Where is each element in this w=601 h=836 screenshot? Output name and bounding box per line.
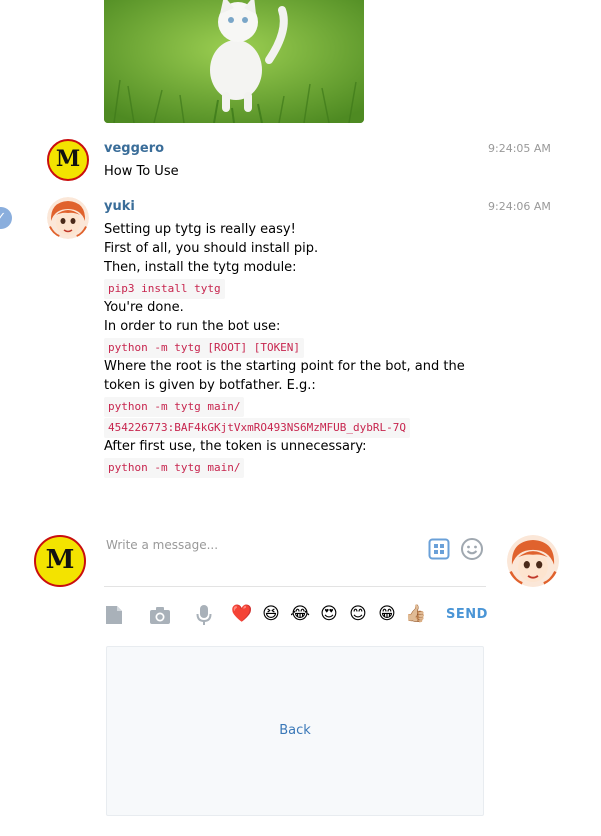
message-line: First of all, you should install pip. — [104, 241, 319, 256]
message-line: token is given by botfather. E.g.: — [104, 378, 316, 393]
message-line: Then, install the tytg module: — [104, 260, 297, 275]
message-line: Where the root is the starting point for… — [104, 359, 465, 374]
back-button[interactable]: Back — [107, 723, 483, 738]
check-badge-icon[interactable]: ✓ — [0, 207, 12, 229]
send-button[interactable]: SEND — [446, 607, 488, 622]
smile-icon[interactable] — [460, 537, 484, 561]
message-time: 9:24:06 AM — [488, 200, 551, 213]
emoji-button[interactable]: 😆 — [260, 604, 282, 624]
message-input[interactable] — [104, 532, 418, 558]
avatar-current-user[interactable]: M — [34, 535, 86, 587]
message-line: You're done. — [104, 300, 184, 315]
message-author[interactable]: veggero — [104, 141, 164, 156]
emoji-button[interactable]: 😁 — [376, 604, 398, 624]
emoji-button[interactable]: 😊 — [347, 604, 369, 624]
emoji-button[interactable]: 😍 — [318, 604, 340, 624]
camera-icon[interactable] — [149, 605, 171, 625]
avatar-yuki[interactable] — [47, 197, 89, 239]
emoji-button[interactable]: 👍🏼 — [405, 604, 427, 624]
message-line: After first use, the token is unnecessar… — [104, 439, 367, 454]
inline-code: python -m tytg [ROOT] [TOKEN] — [104, 338, 305, 358]
reply-keyboard-panel: Back — [106, 646, 484, 816]
message-author[interactable]: yuki — [104, 199, 135, 214]
message-line: In order to run the bot use: — [104, 319, 281, 334]
kitten-photo — [104, 0, 364, 123]
inline-code: pip3 install tytg — [104, 279, 225, 299]
message-body: Setting up tytg is really easy! First of… — [104, 220, 484, 478]
message-time: 9:24:05 AM — [488, 142, 551, 155]
microphone-icon[interactable] — [196, 604, 212, 626]
inline-code: 454226773:BAF4kGKjtVxmRO493NS6MzMFUB_dyb… — [104, 418, 411, 438]
file-icon[interactable] — [104, 605, 124, 625]
message-line: Setting up tytg is really easy! — [104, 222, 296, 237]
anime-avatar-icon — [47, 197, 89, 239]
composer-divider — [104, 586, 486, 587]
avatar-bot[interactable] — [507, 535, 559, 587]
avatar-veggero[interactable]: M — [47, 139, 89, 181]
avatar-letter: M — [55, 146, 81, 172]
command-grid-icon[interactable] — [428, 538, 450, 560]
emoji-button[interactable]: ❤️ — [231, 604, 253, 624]
inline-code: python -m tytg main/ — [104, 458, 245, 478]
message-photo[interactable] — [104, 0, 364, 123]
emoji-button[interactable]: 😂 — [289, 604, 311, 624]
quick-emoji-bar: ❤️ 😆 😂 😍 😊 😁 👍🏼 — [231, 604, 427, 624]
message-text: How To Use — [104, 164, 179, 179]
anime-avatar-icon — [507, 535, 559, 587]
avatar-letter: M — [45, 545, 75, 575]
inline-code: python -m tytg main/ — [104, 397, 245, 417]
